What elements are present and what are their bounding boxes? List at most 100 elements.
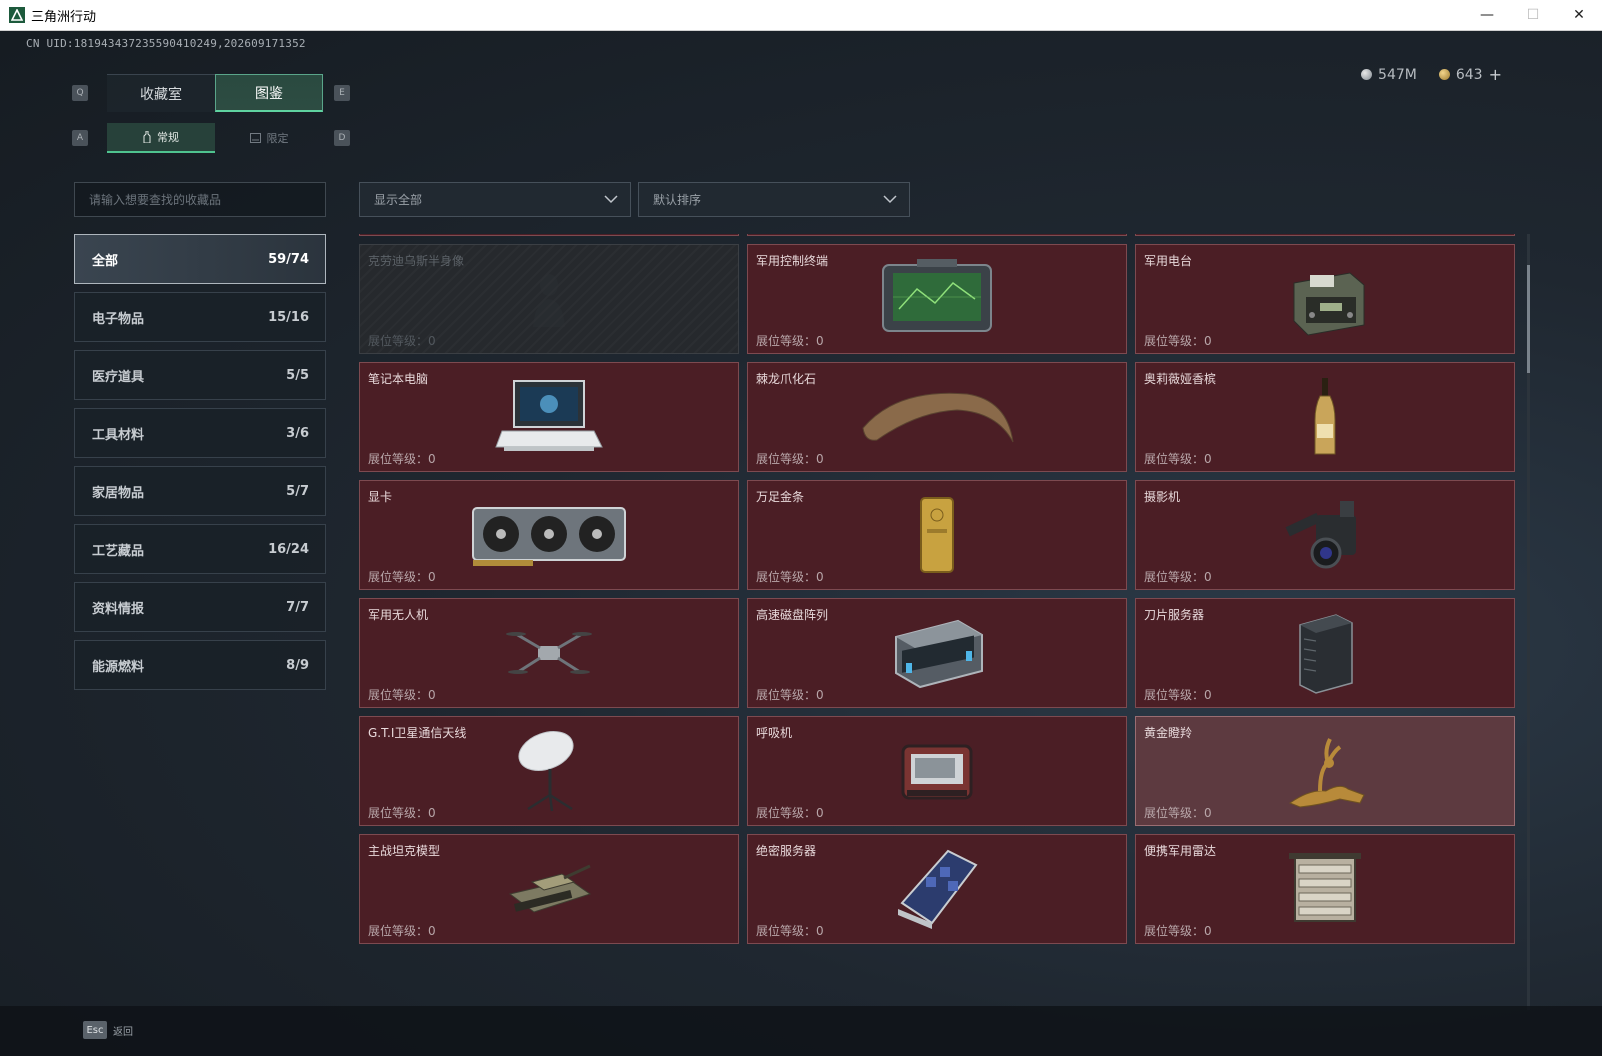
item-card[interactable]: 绝密服务器展位等级：0 [747,834,1127,944]
item-card[interactable]: 笔记本电脑展位等级：0 [359,362,739,472]
item-name: 呼吸机 [756,726,793,740]
keycap-e: E [334,85,350,101]
category-count: 16/24 [268,541,309,557]
item-card[interactable]: 克劳迪乌斯半身像 展位等级：0 [359,244,739,354]
camera-icon [1280,495,1370,575]
category-household[interactable]: 家居物品 5/7 [74,466,326,516]
category-label: 全部 [92,253,119,269]
chevron-down-icon [883,195,897,204]
item-card[interactable]: 展位等级：0 [747,234,1127,236]
disk-array-icon [882,613,992,693]
sort-dropdown-label: 默认排序 [653,193,702,207]
gold-amount: 643 [1455,66,1483,83]
category-all[interactable]: 全部 59/74 [74,234,326,284]
item-name: 高速磁盘阵列 [756,608,829,622]
item-name: 摄影机 [1144,490,1181,504]
item-name: 克劳迪乌斯半身像 [368,254,465,268]
item-card[interactable]: 高速磁盘阵列 展位等级：0 [747,598,1127,708]
item-card[interactable]: 军用电台 展位等级：0 [1135,244,1515,354]
filter-dropdown[interactable]: 显示全部 [359,182,631,217]
category-medical[interactable]: 医疗道具 5/5 [74,350,326,400]
item-display-level: 展位等级：0 [1144,570,1212,584]
tab-collection-room[interactable]: 收藏室 [107,74,215,112]
esc-keycap: Esc [83,1021,107,1039]
claw-fossil-icon [857,382,1017,452]
grid-scrollbar[interactable] [1527,234,1530,1010]
secret-server-icon [892,847,982,931]
item-card[interactable]: 呼吸机 展位等级：0 [747,716,1127,826]
item-card[interactable]: 万足金条 展位等级：0 [747,480,1127,590]
item-display-level: 展位等级：0 [368,688,436,702]
ventilator-icon [897,736,977,806]
category-label: 工具材料 [92,427,145,443]
category-count: 3/6 [286,425,309,441]
item-display-level: 展位等级：0 [756,570,824,584]
frame-icon [249,133,261,143]
minimize-button[interactable]: — [1464,0,1510,30]
item-name: 军用控制终端 [756,254,829,268]
item-card[interactable]: 刀片服务器 展位等级：0 [1135,598,1515,708]
item-card[interactable]: G.T.I卫星通信天线 展位等级：0 [359,716,739,826]
app-logo-icon [9,7,25,23]
item-card[interactable]: 主战坦克模型 展位等级：0 [359,834,739,944]
item-display-level: 展位等级：0 [368,452,436,466]
currency-bar: 547M 643 + [1361,65,1502,84]
search-input[interactable]: 请输入想要查找的收藏品 [74,182,326,217]
category-label: 医疗道具 [92,369,145,385]
category-crafts[interactable]: 工艺藏品 16/24 [74,524,326,574]
category-energy[interactable]: 能源燃料 8/9 [74,640,326,690]
back-button[interactable]: Esc 返回 [83,1021,133,1039]
item-name: 绝密服务器 [756,844,817,858]
item-card[interactable]: 便携军用雷达 展位等级：0 [1135,834,1515,944]
tab-regular-label: 常规 [157,131,179,144]
gold-currency: 643 + [1438,65,1502,84]
chevron-down-icon [604,195,618,204]
uid-label: CN UID:1819434372355904102​49,2026091713… [26,37,306,50]
item-card[interactable]: 展位等级：0 [359,234,739,236]
satellite-dish-icon [514,729,584,813]
item-name: 军用无人机 [368,608,429,622]
tab-limited[interactable]: 限定 [215,123,323,153]
item-card[interactable]: 军用控制终端 展位等级：0 [747,244,1127,354]
item-display-level: 展位等级：0 [368,924,436,938]
item-name: 黄金瞪羚 [1144,726,1193,740]
tab-codex[interactable]: 图鉴 [215,74,323,112]
item-display-level: 展位等级：0 [756,334,824,348]
maximize-button[interactable]: ☐ [1510,0,1556,30]
category-electronics[interactable]: 电子物品 15/16 [74,292,326,342]
laptop-icon [494,377,604,457]
category-intel[interactable]: 资料情报 7/7 [74,582,326,632]
item-name: 笔记本电脑 [368,372,429,386]
item-name: G.T.I卫星通信天线 [368,726,467,740]
portable-radar-icon [1285,849,1365,929]
add-currency-button[interactable]: + [1489,65,1502,84]
category-count: 15/16 [268,309,309,325]
category-list: 全部 59/74 电子物品 15/16 医疗道具 5/5 工具材料 3/6 家居… [74,234,326,698]
item-display-level: 展位等级：0 [756,688,824,702]
item-name: 军用电台 [1144,254,1193,268]
item-name: 便携军用雷达 [1144,844,1217,858]
sort-dropdown[interactable]: 默认排序 [638,182,910,217]
gpu-icon [469,500,629,570]
category-tools[interactable]: 工具材料 3/6 [74,408,326,458]
item-card[interactable]: 奥莉薇娅香槟 展位等级：0 [1135,362,1515,472]
scrollbar-thumb[interactable] [1527,265,1530,373]
keycap-d: D [334,130,350,146]
tab-regular[interactable]: 常规 [107,123,215,153]
item-card[interactable]: 摄影机展位等级：0 [1135,480,1515,590]
item-card[interactable]: 棘龙爪化石 展位等级：0 [747,362,1127,472]
item-card[interactable]: 展位等级：0 [1135,234,1515,236]
item-display-level: 展位等级：0 [1144,688,1212,702]
category-count: 5/7 [286,483,309,499]
item-card[interactable]: 军用无人机展位等级：0 [359,598,739,708]
item-grid-viewport: 展位等级：0展位等级：0展位等级：0克劳迪乌斯半身像展位等级：0军用控制终端展位… [359,234,1525,1010]
gold-bar-icon [918,495,956,575]
close-button[interactable]: ✕ [1556,0,1602,30]
item-display-level: 展位等级：0 [756,924,824,938]
item-display-level: 展位等级：0 [368,806,436,820]
bust-icon [529,269,569,329]
window-title: 三角洲行动 [31,8,97,24]
item-card[interactable]: 黄金瞪羚 展位等级：0 [1135,716,1515,826]
item-card[interactable]: 显卡 展位等级：0 [359,480,739,590]
window-titlebar: 三角洲行动 — ☐ ✕ [0,0,1602,31]
